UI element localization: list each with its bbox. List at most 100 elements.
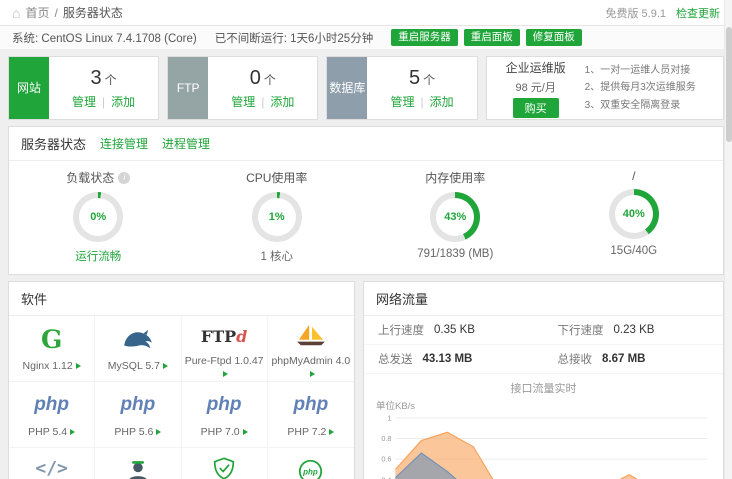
traffic-chart-area: 接口流量实时 单位KB/s 00.20.40.60.8117:32:1117:3… — [364, 374, 723, 479]
link-divider: | — [102, 95, 105, 109]
software-item-phpguard[interactable]: php PHP守护 1.0 — [268, 448, 354, 479]
down-speed-value: 0.23 KB — [614, 324, 655, 336]
up-speed-value: 0.35 KB — [434, 324, 475, 336]
breadcrumb-home-link[interactable]: 首页 — [25, 4, 49, 21]
database-add-link[interactable]: 添加 — [430, 95, 454, 109]
disk-gauge-sub: 15G/40G — [610, 245, 657, 257]
software-item-label: PHP 7.0 — [201, 426, 240, 438]
software-item-php54[interactable]: php PHP 5.4 — [9, 382, 95, 448]
mysql-icon — [122, 327, 154, 351]
website-add-link[interactable]: 添加 — [111, 95, 135, 109]
server-status-panel: 服务器状态 连接管理 进程管理 负载状态i 0% 运行流畅 CPU使用率 1% … — [8, 126, 724, 275]
load-gauge-sub: 运行流畅 — [75, 248, 121, 264]
update-arrow-icon — [223, 371, 228, 377]
cpu-gauge: CPU使用率 1% 1 核心 — [188, 169, 367, 264]
software-item-phpmyadmin[interactable]: phpMyAdmin 4.0 — [268, 316, 354, 382]
update-arrow-icon — [156, 429, 161, 435]
update-arrow-icon — [76, 363, 81, 369]
software-item-label: phpMyAdmin 4.0 — [271, 355, 350, 367]
svg-text:php: php — [303, 467, 319, 476]
software-item-nginx[interactable]: G Nginx 1.12 — [9, 316, 95, 382]
database-manage-link[interactable]: 管理 — [390, 95, 414, 109]
scrollbar-track[interactable] — [724, 0, 732, 479]
network-panel: 网络流量 上行速度 0.35 KB 下行速度 0.23 KB 总发送 43.13… — [363, 281, 724, 479]
update-arrow-icon — [163, 363, 168, 369]
load-gauge-value: 0% — [73, 192, 123, 242]
speed-row: 上行速度 0.35 KB 下行速度 0.23 KB — [364, 316, 723, 345]
software-item-security[interactable]: 宝塔安全登录 1.3 — [182, 448, 268, 479]
restart-panel-button[interactable]: 重启面板 — [464, 29, 520, 47]
promo-feature: 3、双重安全隔离登录 — [585, 97, 696, 115]
promo-title: 企业运维版 — [506, 59, 566, 76]
website-count: 3个 — [91, 67, 117, 90]
totals-row: 总发送 43.13 MB 总接收 8.67 MB — [364, 345, 723, 374]
traffic-chart: 00.20.40.60.8117:32:1117:32:2117:32:3117… — [372, 412, 715, 479]
software-item-ops[interactable]: 宝塔运维 1.0 — [95, 448, 181, 479]
update-arrow-icon — [70, 429, 75, 435]
ftp-add-link[interactable]: 添加 — [270, 95, 294, 109]
software-item-label: Nginx 1.12 — [23, 360, 73, 372]
tab-process-manage[interactable]: 进程管理 — [162, 135, 210, 152]
software-item-php56[interactable]: php PHP 5.6 — [95, 382, 181, 448]
memory-gauge-sub: 791/1839 (MB) — [417, 248, 493, 260]
promo-features: 1、一对一运维人员对接 2、提供每月3次运维服务 3、双重安全隔离登录 — [585, 62, 696, 115]
software-item-php72[interactable]: php PHP 7.2 — [268, 382, 354, 448]
software-title: 软件 — [21, 289, 47, 308]
code-icon: </> — [35, 458, 68, 479]
stat-cards-row: 网站 3个 管理|添加 FTP 0个 管理|添加 数据库 5个 管理|添加 企业… — [0, 50, 732, 120]
system-bar: 系统: CentOS Linux 7.4.1708 (Core) 已不间断运行:… — [0, 26, 732, 50]
tab-connection-manage[interactable]: 连接管理 — [100, 135, 148, 152]
load-gauge-label: 负载状态 — [66, 169, 114, 186]
breadcrumb-current: 服务器状态 — [63, 4, 123, 21]
link-divider: | — [261, 95, 264, 109]
update-arrow-icon — [329, 429, 334, 435]
svg-text:0.8: 0.8 — [381, 434, 391, 443]
total-recv-value: 8.67 MB — [602, 353, 645, 365]
chart-title: 接口流量实时 — [372, 380, 715, 396]
software-item-php70[interactable]: php PHP 7.0 — [182, 382, 268, 448]
buy-button[interactable]: 购买 — [513, 98, 559, 118]
system-uptime-label: 已不间断运行: 1天6小时25分钟 — [215, 30, 373, 46]
php-icon: php — [207, 394, 242, 416]
memory-gauge: 内存使用率 43% 791/1839 (MB) — [366, 169, 545, 264]
breadcrumb: ⌂ 首页 / 服务器状态 — [12, 4, 123, 21]
disk-gauge: / 40% 15G/40G — [545, 169, 724, 264]
nginx-icon: G — [41, 325, 62, 354]
network-title: 网络流量 — [376, 289, 428, 308]
total-sent-value: 43.13 MB — [423, 353, 473, 365]
repair-panel-button[interactable]: 修复面板 — [526, 29, 582, 47]
breadcrumb-separator: / — [54, 6, 57, 20]
cpu-gauge-value: 1% — [252, 192, 302, 242]
total-recv-label: 总接收 — [558, 351, 593, 367]
home-icon[interactable]: ⌂ — [12, 6, 20, 20]
memory-gauge-label: 内存使用率 — [425, 169, 485, 186]
memory-donut: 43% — [430, 192, 480, 242]
ftp-manage-link[interactable]: 管理 — [231, 95, 255, 109]
enterprise-promo-card: 企业运维版 98 元/月 购买 1、一对一运维人员对接 2、提供每月3次运维服务… — [486, 56, 724, 120]
total-sent-label: 总发送 — [378, 351, 413, 367]
check-update-link[interactable]: 检查更新 — [676, 5, 720, 21]
scrollbar-thumb[interactable] — [726, 27, 732, 142]
promo-feature: 2、提供每月3次运维服务 — [585, 79, 696, 97]
software-item-deploy[interactable]: </> 宝塔一键部署码 1.0 — [9, 448, 95, 479]
cpu-gauge-label: CPU使用率 — [246, 169, 307, 186]
software-item-label: PHP 5.6 — [114, 426, 153, 438]
restart-server-button[interactable]: 重启服务器 — [391, 29, 458, 47]
database-count: 5个 — [409, 67, 435, 90]
software-item-label: Pure-Ftpd 1.0.47 — [185, 355, 264, 367]
website-tag: 网站 — [9, 57, 49, 119]
ftp-tag: FTP — [168, 57, 208, 119]
memory-gauge-value: 43% — [430, 192, 480, 242]
svg-text:1: 1 — [387, 413, 391, 422]
system-os-label: 系统: CentOS Linux 7.4.1708 (Core) — [12, 30, 197, 46]
down-speed-label: 下行速度 — [558, 322, 604, 338]
software-item-pureftpd[interactable]: FTPd Pure-Ftpd 1.0.47 — [182, 316, 268, 382]
promo-feature: 1、一对一运维人员对接 — [585, 62, 696, 80]
website-manage-link[interactable]: 管理 — [72, 95, 96, 109]
topbar: ⌂ 首页 / 服务器状态 免费版 5.9.1 检查更新 — [0, 0, 732, 26]
software-grid: G Nginx 1.12 MySQL 5.7 FTPd Pure-Ftpd 1.… — [9, 316, 354, 479]
software-item-mysql[interactable]: MySQL 5.7 — [95, 316, 181, 382]
software-item-label: MySQL 5.7 — [108, 360, 160, 372]
gauges-row: 负载状态 i 0% 运行流畅 CPU使用率 1% 1 核心 内存使用率 43% 7… — [9, 161, 723, 274]
info-icon[interactable]: i — [118, 172, 130, 184]
